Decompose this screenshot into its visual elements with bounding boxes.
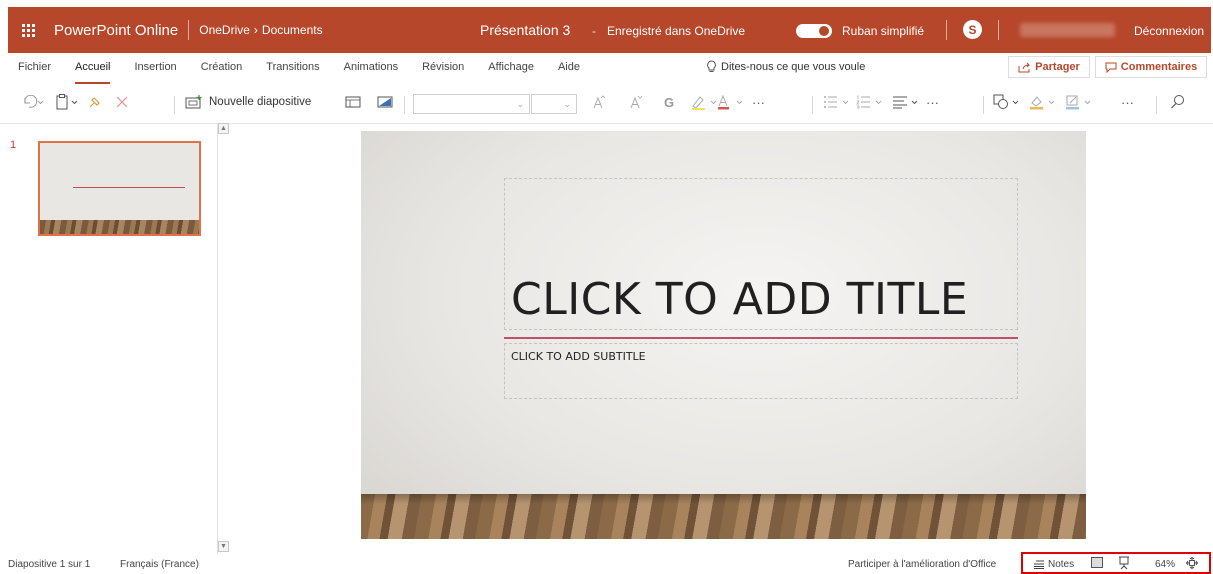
search-icon[interactable]: [1170, 92, 1186, 112]
chevron-down-icon: ⌄: [563, 99, 571, 109]
ribbon-toolbar: Nouvelle diapositive ⌄ ⌄ G ··· ··· ···: [0, 84, 1213, 124]
shapes-icon[interactable]: [993, 92, 1023, 112]
font-color-icon[interactable]: [717, 92, 747, 112]
thumbnail-floor-image: [40, 220, 199, 234]
view-controls-highlight: [1021, 552, 1211, 574]
scroll-down-icon[interactable]: ▼: [218, 541, 229, 552]
title-placeholder-text: CLICK TO ADD TITLE: [511, 274, 969, 325]
breadcrumb-onedrive[interactable]: OneDrive: [199, 23, 250, 37]
tell-me-placeholder: Dites-nous ce que vous voule: [721, 60, 866, 73]
slide-thumbnail[interactable]: [38, 141, 201, 236]
breadcrumb-separator: ›: [253, 23, 258, 37]
comment-icon: [1105, 62, 1117, 73]
clear-formatting-icon[interactable]: [116, 92, 128, 112]
new-slide-label: Nouvelle diapositive: [209, 95, 312, 108]
more-font-options-icon[interactable]: ···: [752, 92, 765, 112]
new-slide-button[interactable]: Nouvelle diapositive: [185, 94, 311, 109]
bullets-icon[interactable]: [823, 92, 853, 112]
more-paragraph-options-icon[interactable]: ···: [926, 92, 939, 112]
increase-font-size-icon[interactable]: [593, 92, 605, 112]
more-drawing-options-icon[interactable]: ···: [1121, 92, 1134, 112]
tab-affichage[interactable]: Affichage: [488, 61, 534, 79]
new-slide-icon: [185, 95, 202, 109]
tab-accueil[interactable]: Accueil: [75, 61, 111, 84]
toolbar-divider: [983, 96, 984, 114]
share-label: Partager: [1035, 61, 1080, 73]
breadcrumb: OneDrive › Documents: [199, 23, 322, 37]
numbering-icon[interactable]: [856, 92, 886, 112]
decrease-font-size-icon[interactable]: [630, 92, 642, 112]
logout-link[interactable]: Déconnexion: [1134, 24, 1204, 38]
paste-icon[interactable]: [55, 92, 79, 112]
thumbnail-slide-number: 1: [10, 139, 17, 151]
chevron-down-icon: ⌄: [516, 99, 524, 109]
header-divider: [946, 20, 947, 40]
toolbar-divider: [174, 96, 175, 114]
ribbon-tabs: Fichier Accueil Insertion Création Trans…: [18, 61, 604, 84]
improve-office-link[interactable]: Participer à l'amélioration d'Office: [848, 559, 996, 570]
subtitle-placeholder[interactable]: CLICK TO ADD SUBTITLE: [504, 343, 1018, 399]
format-painter-icon[interactable]: [88, 92, 102, 112]
subtitle-placeholder-text: CLICK TO ADD SUBTITLE: [511, 350, 646, 363]
header-divider: [998, 20, 999, 40]
toolbar-divider: [404, 96, 405, 114]
app-name[interactable]: PowerPoint Online: [54, 22, 178, 39]
font-name-select[interactable]: ⌄: [413, 94, 530, 114]
simplified-ribbon-label: Ruban simplifié: [842, 24, 925, 38]
title-placeholder[interactable]: CLICK TO ADD TITLE: [504, 178, 1018, 330]
tell-me-search[interactable]: Dites-nous ce que vous voule: [706, 60, 865, 73]
tab-creation[interactable]: Création: [201, 61, 243, 79]
undo-icon[interactable]: [22, 92, 44, 112]
font-size-select[interactable]: ⌄: [531, 94, 577, 114]
breadcrumb-documents[interactable]: Documents: [262, 23, 323, 37]
title-underline: [504, 337, 1018, 339]
app-header: PowerPoint Online OneDrive › Documents P…: [8, 7, 1211, 53]
simplified-ribbon-toggle[interactable]: [796, 24, 832, 38]
app-launcher-waffle-icon[interactable]: [8, 7, 48, 53]
scroll-up-icon[interactable]: ▲: [218, 123, 229, 134]
tab-insertion[interactable]: Insertion: [134, 61, 176, 79]
bold-button[interactable]: G: [664, 92, 674, 112]
wood-floor-image: [361, 494, 1086, 539]
comments-button[interactable]: Commentaires: [1095, 56, 1207, 78]
skype-icon[interactable]: S: [963, 20, 982, 39]
share-button[interactable]: Partager: [1008, 56, 1090, 78]
layout-icon[interactable]: [345, 92, 361, 112]
toolbar-divider: [812, 96, 813, 114]
document-title[interactable]: Présentation 3: [480, 22, 570, 38]
lightbulb-icon: [707, 60, 716, 72]
tab-animations[interactable]: Animations: [344, 61, 398, 79]
save-status: Enregistré dans OneDrive: [607, 24, 746, 38]
shape-fill-icon[interactable]: [1029, 92, 1059, 112]
thumbnail-title-line: [73, 187, 185, 188]
toolbar-divider: [1156, 96, 1157, 114]
thumbnail-scrollbar[interactable]: [217, 124, 230, 554]
tab-transitions[interactable]: Transitions: [266, 61, 319, 79]
comments-label: Commentaires: [1120, 61, 1198, 73]
user-account-name[interactable]: [1020, 23, 1115, 37]
design-ideas-icon[interactable]: [377, 92, 393, 112]
slide-count-status: Diapositive 1 sur 1: [8, 559, 91, 570]
title-dash: -: [592, 24, 596, 38]
language-status[interactable]: Français (France): [120, 559, 199, 570]
tab-revision[interactable]: Révision: [422, 61, 464, 79]
tab-fichier[interactable]: Fichier: [18, 61, 51, 79]
header-divider: [188, 20, 190, 40]
shape-outline-icon[interactable]: [1065, 92, 1095, 112]
slide-canvas[interactable]: CLICK TO ADD TITLE CLICK TO ADD SUBTITLE: [361, 131, 1086, 539]
share-icon: [1018, 62, 1031, 72]
align-text-icon[interactable]: [892, 92, 922, 112]
tab-aide[interactable]: Aide: [558, 61, 580, 79]
